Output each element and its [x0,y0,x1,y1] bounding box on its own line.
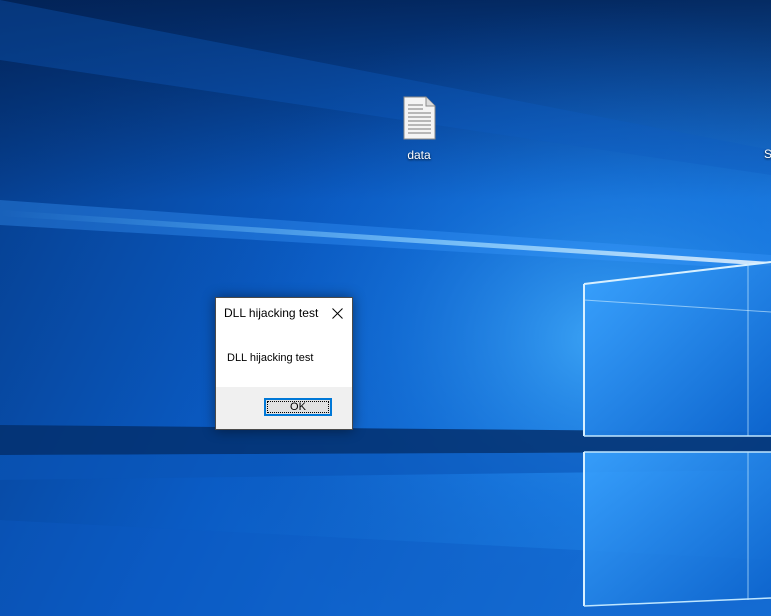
desktop-icon-partial-label[interactable]: S [764,147,771,161]
windows-wallpaper [0,0,771,616]
dialog-button-area: OK [216,387,352,429]
text-document-icon [403,96,436,140]
close-icon [331,307,343,319]
desktop: data S DLL hijacking test DLL hijacking … [0,0,771,616]
dialog-message: DLL hijacking test [227,352,314,364]
desktop-icon-data[interactable]: data [381,96,457,162]
dialog-title: DLL hijacking test [224,306,319,320]
message-box-dialog: DLL hijacking test DLL hijacking test OK [215,297,353,430]
dialog-titlebar[interactable]: DLL hijacking test [216,298,352,328]
close-button[interactable] [322,298,352,328]
ok-button[interactable]: OK [264,398,332,416]
desktop-icon-label: data [407,148,431,162]
